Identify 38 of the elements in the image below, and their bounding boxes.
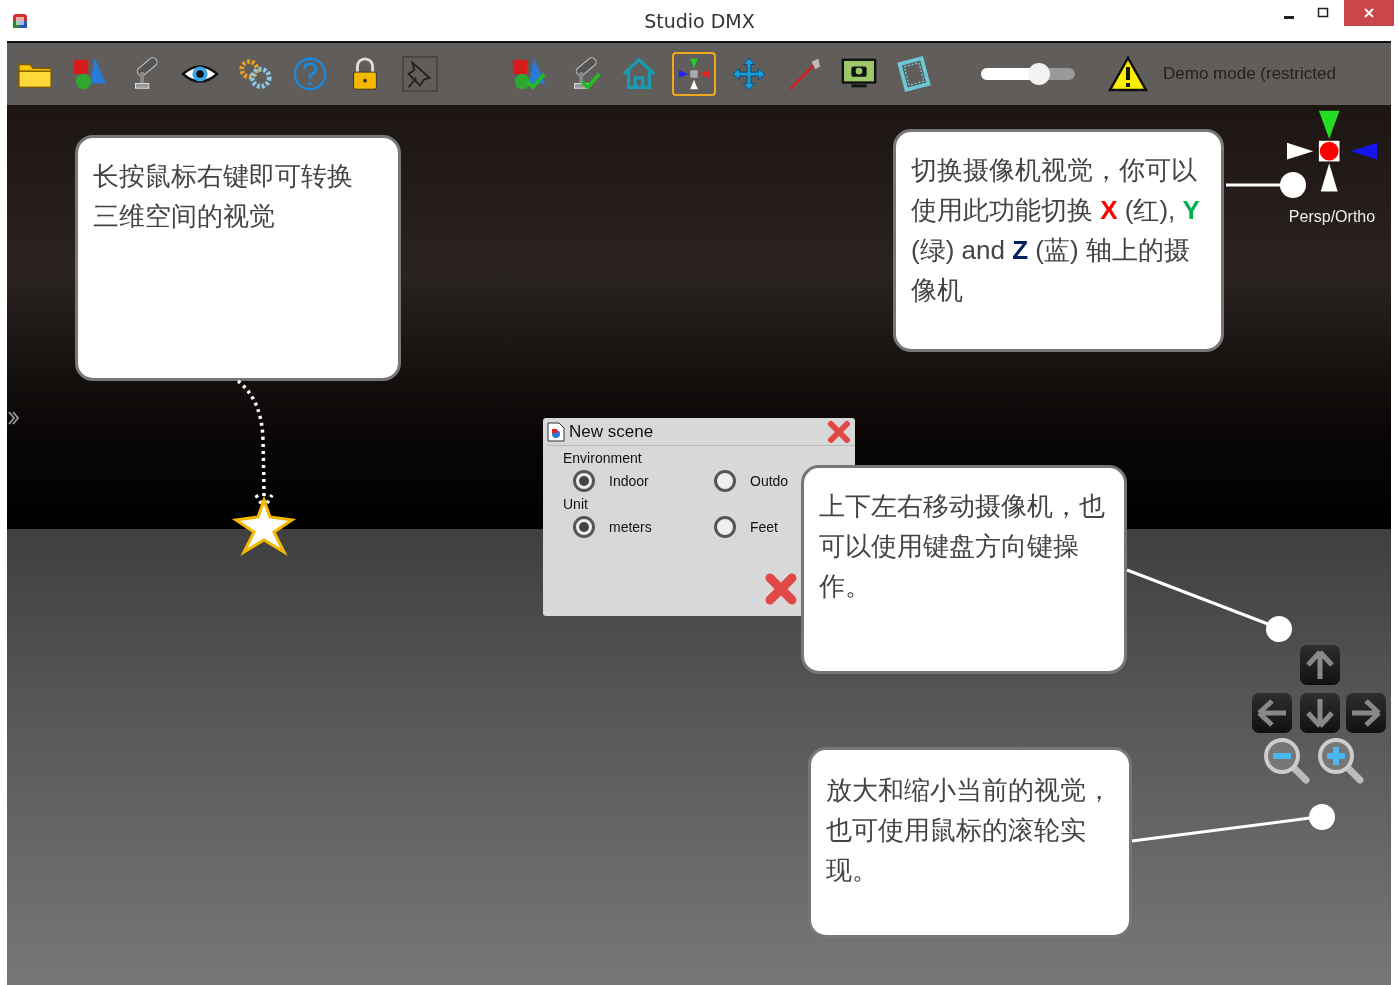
pin-icon — [401, 54, 439, 94]
persp-ortho-label[interactable]: Persp/Ortho — [1288, 208, 1376, 226]
document-icon — [547, 421, 565, 442]
cancel-icon[interactable] — [764, 572, 798, 606]
radio-label[interactable]: Outdo — [750, 473, 789, 489]
group-label: Environment — [563, 450, 642, 466]
callout-text: 上下左右移动摄像机，也可以使用键盘方向键操作。 — [819, 490, 1106, 603]
radio-button[interactable] — [573, 516, 595, 538]
dialog-title: New scene — [569, 421, 654, 442]
zoom-slider[interactable] — [981, 63, 1075, 85]
warning-icon — [1108, 56, 1148, 92]
pan-button[interactable] — [1346, 693, 1386, 733]
window-title: Studio DMX — [644, 9, 755, 32]
radio-label[interactable]: meters — [609, 519, 652, 535]
status-text: Demo mode (restricted — [1163, 64, 1336, 84]
radio-button[interactable] — [714, 516, 736, 538]
group-label: Unit — [563, 496, 588, 512]
pan-button[interactable] — [1300, 693, 1340, 733]
slider-thumb[interactable] — [1028, 63, 1051, 85]
minimize-icon — [1284, 15, 1294, 19]
radio-label[interactable]: Indoor — [609, 473, 649, 489]
callout-text: 切换摄像机视觉，你可以使用此功能切换 X (红), Y (绿) and Z (蓝) 轴上的摄像机 — [911, 154, 1201, 307]
callout-text: 放大和缩小当前的视觉，也可使用鼠标的滚轮实现。 — [826, 774, 1113, 887]
close-button[interactable] — [1344, 0, 1394, 26]
zoom-button[interactable] — [1316, 736, 1366, 786]
radio-button[interactable] — [714, 470, 736, 492]
radio-label[interactable]: Feet — [750, 519, 778, 535]
zoom-button[interactable] — [1262, 736, 1312, 786]
close-icon[interactable] — [827, 419, 851, 444]
pan-button[interactable] — [1300, 645, 1340, 685]
move-icon — [730, 54, 768, 94]
radio-button[interactable] — [573, 470, 595, 492]
close-icon — [1363, 7, 1375, 19]
film-icon — [895, 54, 933, 94]
maximize-icon — [1317, 7, 1329, 19]
pan-button[interactable] — [1252, 693, 1292, 733]
callout-text: 长按鼠标右键即可转换三维空间的视觉 — [93, 160, 354, 233]
star-icon — [231, 495, 297, 556]
